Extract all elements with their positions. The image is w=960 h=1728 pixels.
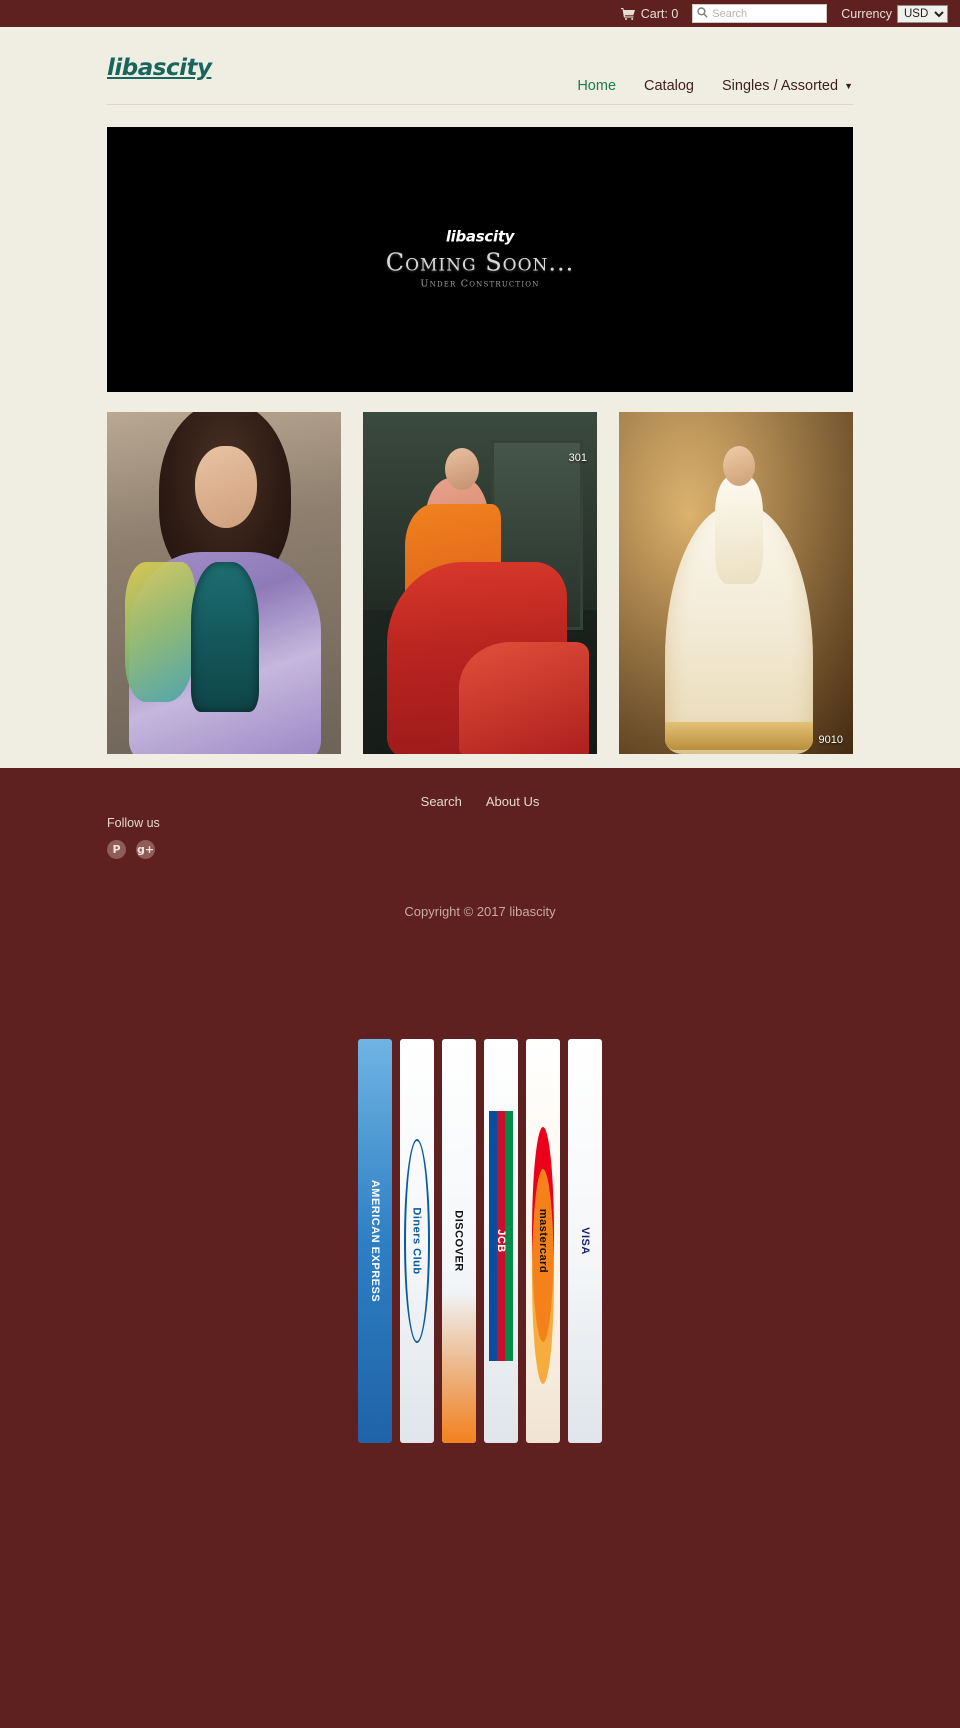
top-utility-bar: Cart: 0 Currency USD xyxy=(0,0,960,27)
page-body: libascity Home Catalog Singles / Assorte… xyxy=(0,27,960,768)
hero-subtitle: Under Construction xyxy=(420,278,540,290)
nav-item-home[interactable]: Home xyxy=(577,78,616,94)
footer-top-row: Search About Us Follow us P g+ xyxy=(107,794,853,874)
product-image-3 xyxy=(619,412,853,754)
payment-icon-american-express: AMERICAN EXPRESS xyxy=(358,1039,392,1443)
footer-link-search[interactable]: Search xyxy=(421,794,462,809)
product-card-1[interactable] xyxy=(107,412,341,754)
product-image-2 xyxy=(363,412,597,754)
payment-label: Diners Club xyxy=(411,1207,424,1275)
payment-label: AMERICAN EXPRESS xyxy=(369,1179,382,1303)
payment-label: VISA xyxy=(579,1227,591,1255)
product-card-2[interactable]: 301 xyxy=(363,412,597,754)
site-header: libascity Home Catalog Singles / Assorte… xyxy=(107,27,853,105)
search-box[interactable] xyxy=(692,4,828,23)
payment-icon-diners-club: Diners Club xyxy=(400,1039,434,1443)
hero-brand: libascity xyxy=(445,227,515,246)
search-input[interactable] xyxy=(712,7,823,20)
payment-icon-jcb: JCB xyxy=(484,1039,518,1443)
payment-methods: AMERICAN EXPRESS Diners Club DISCOVER JC… xyxy=(0,1039,960,1483)
product-image-1 xyxy=(107,412,341,754)
currency-selector[interactable]: Currency USD xyxy=(841,4,948,23)
currency-label: Currency xyxy=(841,6,892,21)
copyright-text: Copyright © 2017 libascity xyxy=(404,904,556,919)
product-badge-2: 301 xyxy=(568,452,587,464)
payment-icon-discover: DISCOVER xyxy=(442,1039,476,1443)
nav-item-singles-assorted-label: Singles / Assorted xyxy=(722,78,839,94)
footer-links: Search About Us xyxy=(107,794,853,809)
pinterest-icon[interactable]: P xyxy=(107,840,126,859)
product-badge-3: 9010 xyxy=(818,734,843,746)
hero-content: libascity Coming Soon... Under Construct… xyxy=(107,227,853,289)
shopping-cart-icon xyxy=(620,7,635,20)
product-card-3[interactable]: 9010 xyxy=(619,412,853,754)
payment-label: JCB xyxy=(494,1229,507,1253)
content-container: libascity Home Catalog Singles / Assorte… xyxy=(107,27,853,754)
cart-link[interactable]: Cart: 0 xyxy=(620,6,679,21)
payment-icon-mastercard: mastercard xyxy=(526,1039,560,1443)
payment-label: DISCOVER xyxy=(453,1210,465,1272)
nav-item-catalog[interactable]: Catalog xyxy=(644,78,694,94)
nav-item-singles-assorted[interactable]: Singles / Assorted ▼ xyxy=(722,78,853,94)
cart-label: Cart: 0 xyxy=(640,6,679,21)
site-footer: Search About Us Follow us P g+ Copyright… xyxy=(0,768,960,1483)
payment-icon-visa: VISA xyxy=(568,1039,602,1443)
chevron-down-icon: ▼ xyxy=(844,81,853,92)
footer-link-about-us[interactable]: About Us xyxy=(486,794,539,809)
currency-select[interactable]: USD xyxy=(897,4,948,23)
hero-title: Coming Soon... xyxy=(385,248,575,277)
product-grid: 301 9010 xyxy=(107,412,853,754)
google-plus-icon[interactable]: g+ xyxy=(136,840,155,859)
hero-banner[interactable]: libascity Coming Soon... Under Construct… xyxy=(107,127,853,392)
social-links: P g+ xyxy=(107,840,160,859)
follow-us-block: Follow us P g+ xyxy=(107,816,160,859)
site-logo[interactable]: libascity xyxy=(107,51,212,80)
search-icon xyxy=(697,5,708,23)
follow-us-label: Follow us xyxy=(107,816,160,830)
main-navigation: Home Catalog Singles / Assorted ▼ xyxy=(577,78,853,94)
payment-label: mastercard xyxy=(537,1208,550,1274)
